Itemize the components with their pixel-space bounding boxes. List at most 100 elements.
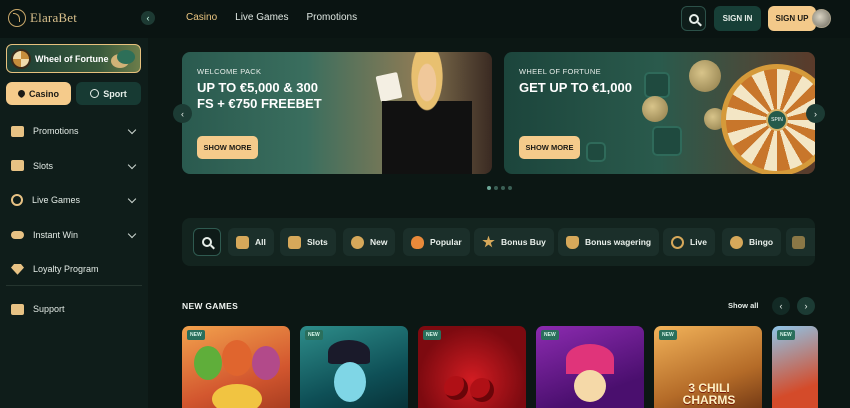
chevron-down-icon[interactable] [127, 160, 137, 169]
game-tile[interactable]: NEW [536, 326, 644, 408]
live-chip-icon [671, 235, 684, 249]
sidebar-item-support[interactable]: Support [0, 292, 148, 327]
top-nav-promotions[interactable]: Promotions [307, 12, 358, 23]
coin-icon [689, 60, 721, 92]
new-games-title: NEW GAMES [182, 301, 239, 311]
sidebar-item-loyalty-program[interactable]: Loyalty Program [0, 252, 148, 287]
game-tile[interactable]: NEW [300, 326, 408, 408]
new-icon [351, 235, 364, 249]
category-label: Slots [307, 237, 328, 247]
main-content: WELCOME PACK UP TO €5,000 & 300 FS + €75… [148, 38, 850, 408]
coins-icon [117, 50, 135, 64]
more-category-icon [792, 235, 805, 249]
wheel-of-fortune-banner[interactable]: WHEEL OF FORTUNE GET UP TO €1,000 SHOW M… [504, 52, 815, 174]
brand-name: ElaraBet [30, 10, 78, 25]
category-all[interactable]: All [228, 228, 274, 256]
category-slots[interactable]: Slots [280, 228, 336, 256]
diamond-icon [11, 263, 24, 275]
carousel-dot[interactable] [494, 186, 498, 190]
game-tile[interactable]: NEW 3 CHILI CHARMS [654, 326, 762, 408]
money-bag-icon [566, 235, 579, 249]
sidebar-item-label: Support [33, 304, 65, 315]
dice-icon [644, 72, 670, 98]
skeleton-pirate-image [334, 362, 366, 402]
search-icon [202, 237, 212, 247]
carousel-dot[interactable] [501, 186, 505, 190]
category-new[interactable]: New [343, 228, 396, 256]
wheel-icon [11, 48, 31, 69]
brand-logo[interactable]: ElaraBet [8, 9, 77, 27]
sign-in-button[interactable]: SIGN IN [714, 6, 761, 31]
welcome-pack-banner[interactable]: WELCOME PACK UP TO €5,000 & 300 FS + €75… [182, 52, 492, 174]
star-icon [482, 235, 495, 248]
category-label: Bonus Buy [501, 237, 546, 247]
category-bonus-buy[interactable]: Bonus Buy [474, 228, 554, 256]
flame-icon [411, 235, 424, 249]
banner-next-button[interactable]: › [806, 104, 825, 123]
sidebar-item-slots[interactable]: Slots [0, 149, 148, 184]
casino-sport-toggle: Casino Sport [6, 82, 141, 105]
gift-icon [11, 125, 24, 137]
chevron-down-icon[interactable] [127, 125, 137, 135]
sidebar-item-instant-win[interactable]: Instant Win [0, 218, 148, 253]
category-label: Live [690, 237, 708, 247]
banner-prev-button[interactable]: ‹ [173, 104, 192, 123]
game-title-art: 3 CHILI CHARMS [682, 381, 736, 407]
category-more[interactable] [786, 228, 815, 256]
category-popular[interactable]: Popular [403, 228, 470, 256]
top-bar: ElaraBet ‹ Casino Live Games Promotions … [0, 0, 850, 38]
sign-up-button[interactable]: SIGN UP [768, 6, 816, 31]
pirate-hat-image [328, 340, 370, 364]
banner-kicker: WELCOME PACK [197, 67, 262, 76]
chevron-down-icon[interactable] [127, 229, 137, 238]
sidebar-collapse-button[interactable]: ‹ [141, 11, 155, 25]
sidebar-menu: Promotions Slots Live Games Instant Win … [0, 114, 148, 287]
wheel-of-fortune-card[interactable]: Wheel of Fortune [6, 44, 141, 73]
sidebar-item-label: Slots [33, 160, 54, 171]
top-nav-casino[interactable]: Casino [186, 12, 217, 23]
new-games-next-button[interactable]: › [797, 297, 815, 315]
game-tile[interactable]: NEW [182, 326, 290, 408]
all-games-icon [236, 235, 249, 249]
casino-button[interactable]: Casino [6, 82, 71, 105]
sidebar-item-label: Live Games [32, 195, 81, 206]
search-button[interactable] [681, 6, 706, 31]
chevron-down-icon[interactable] [127, 194, 137, 204]
sidebar: Wheel of Fortune Casino Sport Promotions… [0, 38, 148, 408]
search-icon [688, 13, 699, 24]
sidebar-divider [6, 285, 142, 286]
new-games-prev-button[interactable]: ‹ [772, 297, 790, 315]
top-nav-live-games[interactable]: Live Games [235, 12, 288, 23]
carousel-dot[interactable] [508, 186, 512, 190]
casino-button-label: Casino [28, 88, 59, 99]
avatar[interactable] [812, 9, 831, 28]
new-badge: NEW [187, 330, 205, 340]
sidebar-bottom: Support [0, 292, 148, 327]
jester-face-image [574, 370, 606, 402]
game-tile[interactable]: NEW [772, 326, 818, 408]
sport-button[interactable]: Sport [76, 82, 141, 105]
show-more-button[interactable]: SHOW MORE [519, 136, 580, 159]
game-character-image [194, 346, 222, 380]
category-bonus-wagering[interactable]: Bonus wagering [558, 228, 660, 256]
sport-button-label: Sport [103, 88, 127, 99]
category-live[interactable]: Live [663, 228, 716, 256]
sidebar-item-promotions[interactable]: Promotions [0, 114, 148, 149]
category-bingo[interactable]: Bingo [722, 228, 782, 256]
slot-machine-icon [288, 235, 301, 249]
category-bar: All Slots New Popular Bonus Buy Bonus wa… [182, 218, 815, 266]
sidebar-item-live-games[interactable]: Live Games [0, 183, 148, 218]
game-character-image [252, 346, 280, 380]
category-search-button[interactable] [193, 228, 221, 256]
carousel-dot[interactable] [487, 186, 491, 190]
show-more-button[interactable]: SHOW MORE [197, 136, 258, 159]
top-nav: Casino Live Games Promotions [186, 12, 357, 23]
show-all-link[interactable]: Show all [728, 301, 758, 310]
sidebar-item-label: Promotions [33, 126, 79, 137]
new-badge: NEW [541, 330, 559, 340]
carousel-dots [487, 186, 512, 190]
game-tile[interactable]: NEW [418, 326, 526, 408]
dice-icon [586, 142, 606, 162]
mail-icon [11, 303, 24, 315]
category-label: Bonus wagering [585, 237, 652, 247]
